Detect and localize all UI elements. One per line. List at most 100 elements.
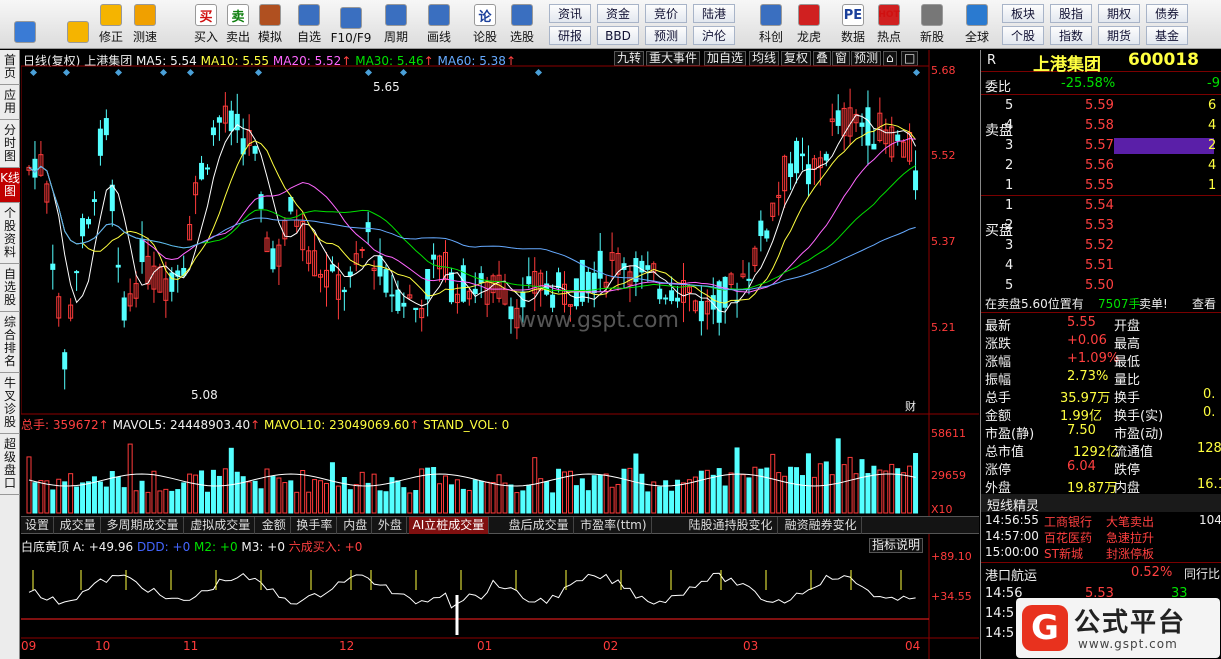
volume-header: 总手: 359672↑ MAVOL5: 24448903.40↑ MAVOL10… xyxy=(21,418,510,432)
sell-level-3[interactable]: 3 5.57 2 xyxy=(981,137,1221,155)
sell-level-1[interactable]: 1 5.55 1 xyxy=(981,177,1221,195)
buy-level-2[interactable]: 2 5.53 xyxy=(981,217,1221,235)
indicator-ddd: DDD: +0 xyxy=(136,540,191,554)
volume-bar xyxy=(859,459,865,514)
tab-成交量[interactable]: 成交量 xyxy=(56,517,101,534)
draw-button[interactable]: 画线 xyxy=(420,2,458,47)
restore-label: 修正 xyxy=(98,30,123,44)
tab-AI立桩成交量[interactable]: AI立桩成交量 xyxy=(408,517,490,534)
sidebar-item-8[interactable]: 超级盘口 xyxy=(0,434,20,495)
buy-level-5[interactable]: 5 5.50 xyxy=(981,277,1221,295)
volume-bar xyxy=(829,474,835,514)
quick-link-债券[interactable]: 债券 xyxy=(1146,4,1188,23)
sidebar-item-6[interactable]: 综合排名 xyxy=(0,312,20,373)
candle-body xyxy=(139,238,145,263)
quick-link-个股[interactable]: 个股 xyxy=(1002,26,1044,45)
backtest-button[interactable]: 测速 xyxy=(126,2,164,47)
indicator-help-button[interactable]: 指标说明 xyxy=(869,538,924,553)
tab-盘后成交量[interactable]: 盘后成交量 xyxy=(505,517,574,534)
sidebar-item-7[interactable]: 牛叉诊股 xyxy=(0,373,20,434)
sector-row[interactable]: 港口航运 0.52% 同行比 xyxy=(981,564,1221,584)
buy-level-3[interactable]: 3 5.52 xyxy=(981,237,1221,255)
sidebar-item-5[interactable]: 自选股 xyxy=(0,264,20,312)
tab-内盘[interactable]: 内盘 xyxy=(339,517,373,534)
tab-设置[interactable]: 设置 xyxy=(21,517,55,534)
buy-level-4[interactable]: 4 5.51 xyxy=(981,257,1221,275)
tab-陆股通持股变化[interactable]: 陆股通持股变化 xyxy=(685,517,778,534)
candle-body xyxy=(234,113,240,131)
sidebar-item-0[interactable]: 首页 xyxy=(0,50,20,85)
volume-bar xyxy=(823,461,829,514)
sidebar-item-1[interactable]: 应用 xyxy=(0,85,20,120)
large-order-notice[interactable]: 在卖盘5.60位置有 7507手 卖单! 查看 xyxy=(981,294,1221,312)
quick-link-股指[interactable]: 股指 xyxy=(1050,4,1092,23)
quick-link-指数[interactable]: 指数 xyxy=(1050,26,1092,45)
sidebar-item-2[interactable]: 分时图 xyxy=(0,120,20,168)
volume-bar xyxy=(216,475,222,514)
tab-市盈率(ttm)[interactable]: 市盈率(ttm) xyxy=(576,517,652,534)
candle-body xyxy=(645,265,651,270)
level-label: 3 xyxy=(1005,138,1014,153)
f10-label: F10/F9 xyxy=(330,31,372,45)
tab-虚拟成交量[interactable]: 虚拟成交量 xyxy=(186,517,256,534)
volume-total: 总手: 359672 xyxy=(21,418,99,432)
short-cell: 14:57:00 xyxy=(985,529,1039,543)
indicator-axis-label: +34.55 xyxy=(931,590,972,603)
short-term-item[interactable]: 15:00:00 ST新城 封涨停板 xyxy=(981,544,1221,562)
global-button[interactable]: 全球 xyxy=(958,2,996,47)
quick-link-资金[interactable]: 资金 xyxy=(597,4,639,23)
indicator-line xyxy=(28,572,916,609)
level-label: 1 xyxy=(1005,198,1014,213)
quick-link-竞价[interactable]: 竞价 xyxy=(645,4,687,23)
candle-body xyxy=(32,158,38,178)
tab-多周期成交量[interactable]: 多周期成交量 xyxy=(103,517,184,534)
stat-value: 128 xyxy=(1197,441,1221,456)
home-button[interactable] xyxy=(3,2,47,47)
dragon-tiger-button[interactable]: 龙虎 xyxy=(790,2,828,47)
tab-外盘[interactable]: 外盘 xyxy=(374,517,407,534)
sci-tech-label: 科创 xyxy=(758,30,783,44)
finance-mark[interactable]: 财 xyxy=(905,398,916,414)
sell-level-5[interactable]: 5 5.59 6 xyxy=(981,97,1221,115)
quick-link-预测[interactable]: 预测 xyxy=(645,26,687,45)
grid-icon xyxy=(14,21,36,43)
quick-link-基金[interactable]: 基金 xyxy=(1146,26,1188,45)
restore-button[interactable]: 修正 xyxy=(92,2,130,47)
watchlist-button[interactable]: 自选 xyxy=(290,2,328,47)
new-stock-button[interactable]: 新股 xyxy=(913,2,951,47)
sell-level-2[interactable]: 2 5.56 4 xyxy=(981,157,1221,175)
quick-link-研报[interactable]: 研报 xyxy=(549,26,591,45)
quick-link-期货[interactable]: 期货 xyxy=(1098,26,1140,45)
stock-picker-button[interactable]: 选股 xyxy=(503,2,541,47)
sci-tech-button[interactable]: 科创 xyxy=(752,2,790,47)
hotspot-button[interactable]: HOT 热点 xyxy=(870,2,908,47)
data-button[interactable]: PE 数据 xyxy=(834,2,872,47)
level-price: 5.58 xyxy=(1085,118,1114,133)
sidebar-item-4[interactable]: 个股资料 xyxy=(0,203,20,264)
quick-link-资讯[interactable]: 资讯 xyxy=(549,4,591,23)
candle-body xyxy=(86,218,91,225)
global-label: 全球 xyxy=(964,30,989,44)
volume-bar xyxy=(562,471,567,514)
volume-bar xyxy=(300,469,306,514)
tab-融资融券变化[interactable]: 融资融券变化 xyxy=(781,517,862,534)
candle-body xyxy=(389,294,395,297)
sell-level-4[interactable]: 4 5.58 4 xyxy=(981,117,1221,135)
sidebar-item-3[interactable]: K线图 xyxy=(0,168,20,203)
buy-level-1[interactable]: 1 5.54 xyxy=(981,197,1221,215)
quick-link-板块[interactable]: 板块 xyxy=(1002,4,1044,23)
f10-button[interactable]: F10/F9 xyxy=(330,2,372,47)
chart-canvas[interactable] xyxy=(21,50,979,659)
tab-金额[interactable]: 金额 xyxy=(258,517,291,534)
period-button[interactable]: 周期 xyxy=(377,2,415,47)
quick-link-BBD[interactable]: BBD xyxy=(597,26,639,45)
stock-forum-button[interactable]: 论论股 xyxy=(466,2,504,47)
simulate-button[interactable]: 模拟 xyxy=(251,2,289,47)
tab-换手率[interactable]: 换手率 xyxy=(292,517,338,534)
quick-link-沪伦[interactable]: 沪伦 xyxy=(693,26,735,45)
quick-link-期权[interactable]: 期权 xyxy=(1098,4,1140,23)
level-label: 2 xyxy=(1005,158,1014,173)
volume-bar xyxy=(877,469,883,514)
volume-bar xyxy=(597,474,603,514)
quick-link-陆港[interactable]: 陆港 xyxy=(693,4,735,23)
